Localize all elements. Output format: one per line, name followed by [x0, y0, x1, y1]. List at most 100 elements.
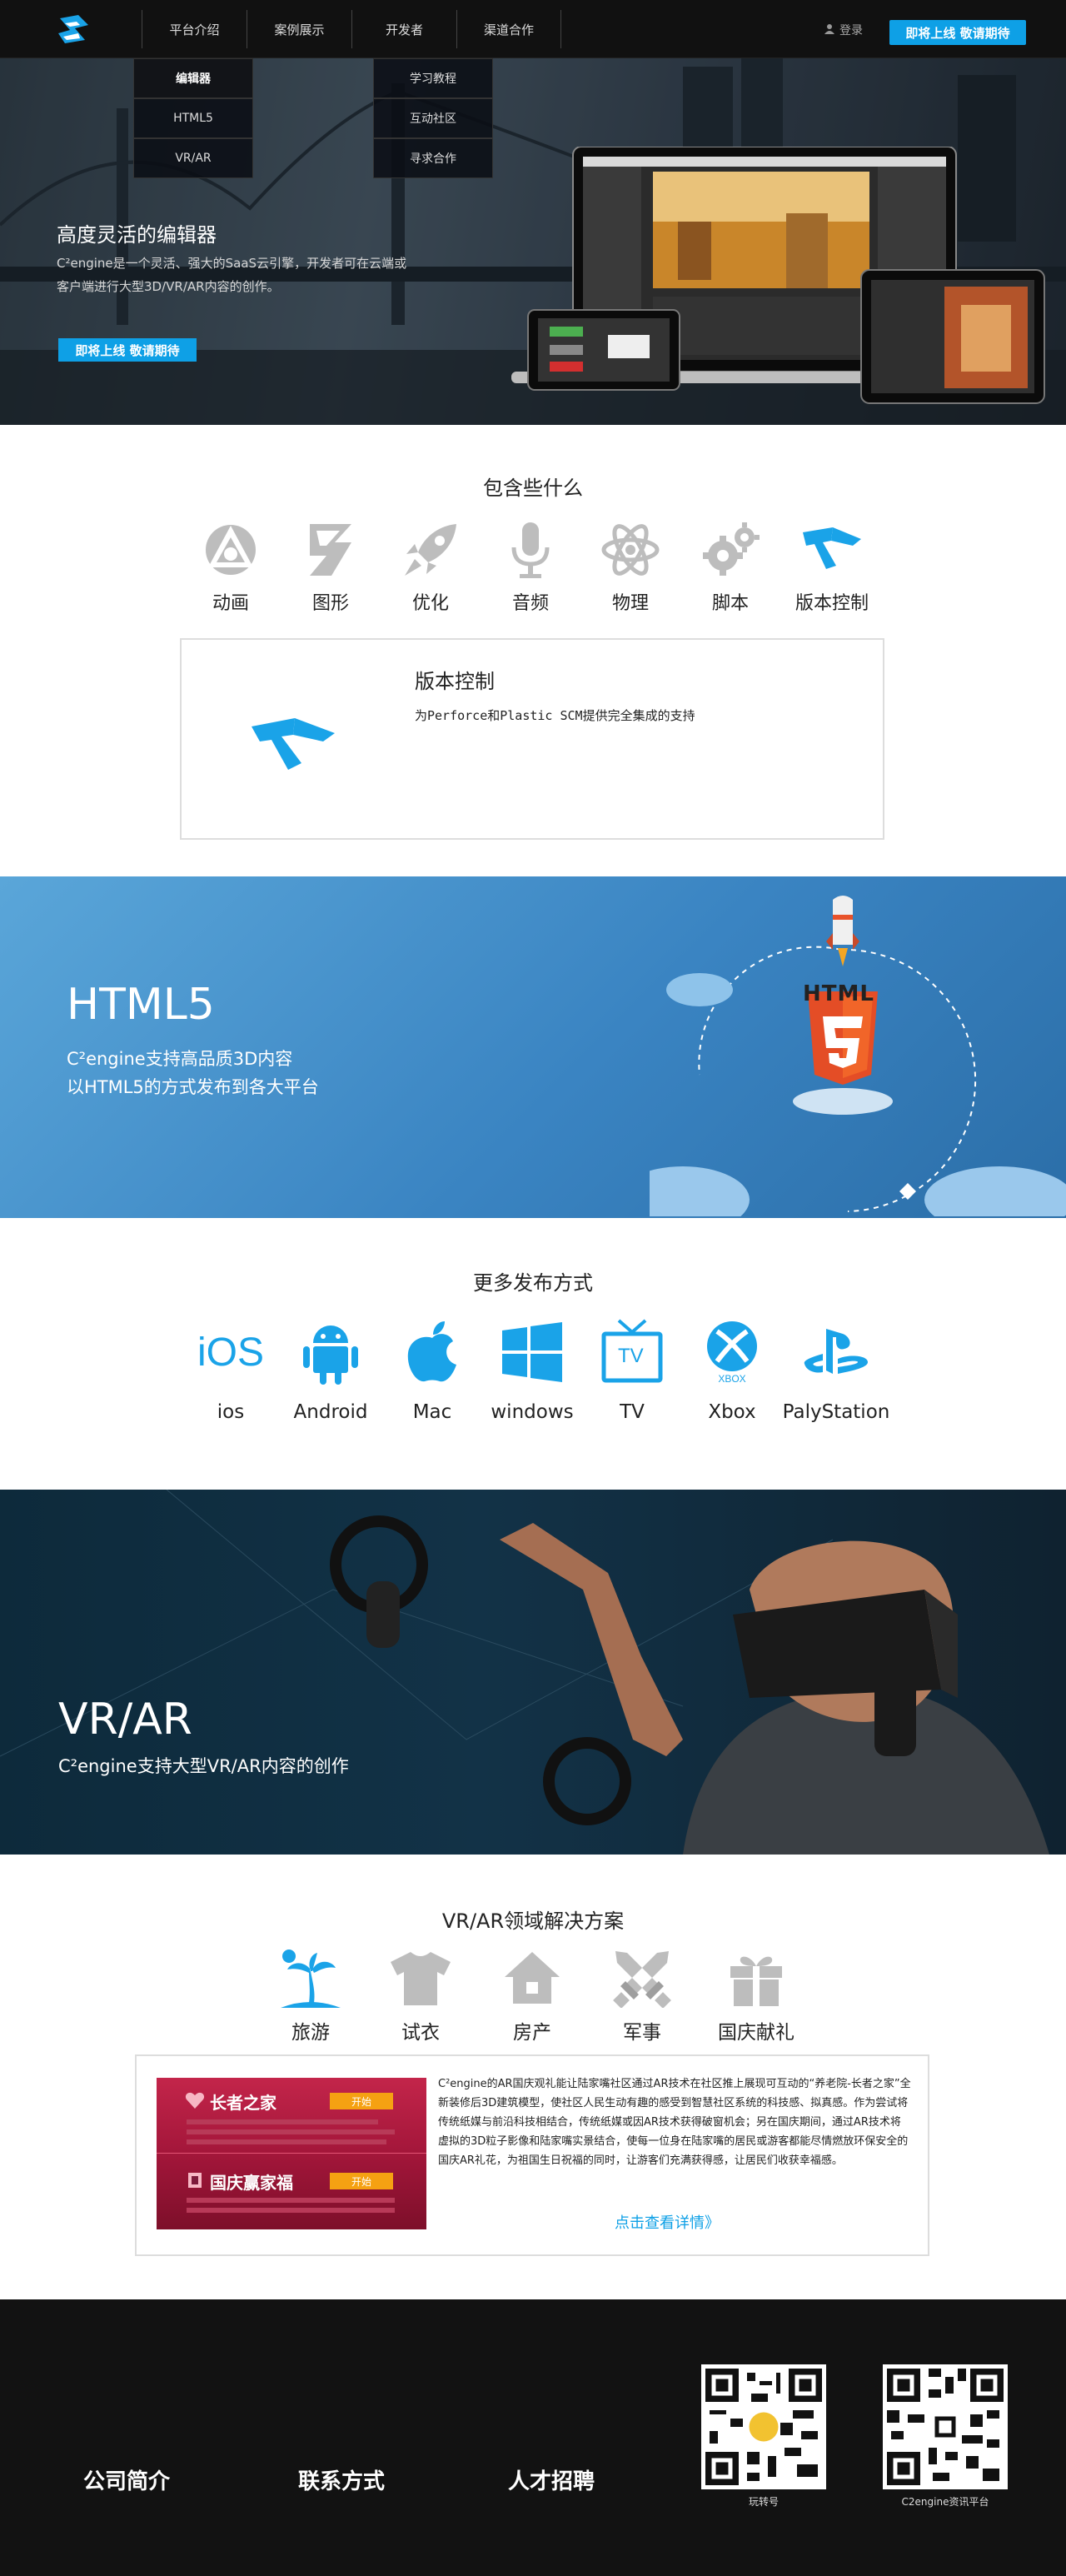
- ad-title-national-day: 国庆赢家福: [210, 2173, 293, 2193]
- submenu-cooperation[interactable]: 寻求合作: [373, 138, 493, 178]
- solution-description: C²engine的AR国庆观礼能让陆家嘴社区通过AR技术在社区推上展现可互动的“…: [438, 2078, 911, 2167]
- platform-android[interactable]: Android: [276, 1315, 385, 1423]
- feature-label: 优化: [411, 593, 449, 614]
- platform-mac[interactable]: Mac: [378, 1315, 486, 1423]
- solution-military[interactable]: 军事: [596, 1944, 688, 2044]
- platform-label: PalyStation: [782, 1401, 890, 1423]
- features-title: 包含些什么: [483, 477, 583, 500]
- html5-title: HTML5: [67, 980, 215, 1030]
- html5-description: C²engine支持高品质3D内容 以HTML5的方式发布到各大平台: [67, 1045, 319, 1101]
- feature-audio[interactable]: 音频: [485, 517, 576, 615]
- feature-script[interactable]: 脚本: [685, 517, 776, 615]
- version-control-icon: [252, 711, 338, 778]
- feature-detail-description: 为Perforce和Plastic SCM提供完全集成的支持: [415, 708, 695, 723]
- qr-caption-1: 玩转号: [748, 2496, 779, 2508]
- ad-divider: [157, 2153, 426, 2154]
- nav-developer[interactable]: 开发者: [351, 10, 456, 48]
- html5-line-1: C²engine支持高品质3D内容: [67, 1049, 293, 1069]
- login-label: 登录: [839, 24, 863, 37]
- feature-label: 物理: [611, 593, 649, 614]
- platform-label: Xbox: [708, 1401, 756, 1423]
- hero-description: C²engine是一个灵活、强大的SaaS云引擎，开发者可在云端或客户端进行大型…: [57, 256, 407, 294]
- xbox-icon: XBOX: [678, 1315, 786, 1390]
- platform-label: ios: [217, 1401, 245, 1423]
- hero-title: 高度灵活的编辑器: [57, 223, 217, 247]
- shield-icon: [187, 2171, 203, 2193]
- vr-title: VR/AR: [58, 1695, 192, 1745]
- platform-ios[interactable]: iOS ios: [177, 1315, 285, 1424]
- nav-platform-intro[interactable]: 平台介绍: [142, 10, 247, 48]
- platform-label: windows: [491, 1401, 574, 1423]
- solution-label: 军事: [623, 2022, 661, 2044]
- platform-xbox[interactable]: XBOX Xbox: [678, 1315, 786, 1423]
- tv-icon: TV: [578, 1315, 686, 1390]
- feature-physics[interactable]: 物理: [585, 517, 676, 615]
- footer-contact[interactable]: 联系方式: [298, 2464, 385, 2495]
- platforms-title: 更多发布方式: [473, 1271, 593, 1295]
- ad-start-button-2[interactable]: 开始: [330, 2173, 393, 2189]
- hero-coming-soon-button[interactable]: 即将上线 敬请期待: [58, 338, 197, 362]
- platform-playstation[interactable]: PalyStation: [778, 1315, 894, 1423]
- solution-label: 试衣: [401, 2022, 440, 2044]
- solution-fitting[interactable]: 试衣: [375, 1944, 466, 2044]
- html5-line-2: 以HTML5的方式发布到各大平台: [67, 1077, 319, 1097]
- feature-label: 动画: [212, 593, 249, 614]
- logo[interactable]: [55, 12, 93, 47]
- ad-faint-text-2: [187, 2194, 420, 2213]
- feature-label: 图形: [311, 593, 349, 614]
- nav-channel-cooperation[interactable]: 渠道合作: [456, 10, 561, 48]
- atom-icon: [585, 517, 676, 583]
- gears-icon: [685, 517, 776, 583]
- feature-detail-panel: 版本控制 为Perforce和Plastic SCM提供完全集成的支持: [180, 638, 884, 840]
- ar-campaign-ad[interactable]: 长者之家 开始 国庆赢家福 开始: [157, 2078, 426, 2229]
- footer-careers[interactable]: 人才招聘: [508, 2464, 595, 2495]
- solution-detail-panel: 长者之家 开始 国庆赢家福 开始 C²engine的AR国庆观礼能让陆家嘴社区通…: [135, 2054, 929, 2256]
- solution-real-estate[interactable]: 房产: [486, 1944, 578, 2044]
- coming-soon-button[interactable]: 即将上线 敬请期待: [889, 20, 1026, 45]
- feature-animation[interactable]: 动画: [185, 517, 276, 615]
- swords-icon: [596, 1944, 688, 2011]
- tshirt-icon: [375, 1944, 466, 2011]
- gift-icon: [706, 1944, 806, 2011]
- android-icon: [276, 1315, 385, 1390]
- submenu-editor[interactable]: 编辑器: [133, 58, 253, 98]
- login-link[interactable]: 登录: [824, 22, 863, 38]
- user-icon: [824, 23, 834, 37]
- platform-tv[interactable]: TV TV: [578, 1315, 686, 1423]
- feature-label: 音频: [511, 593, 549, 614]
- microphone-icon: [485, 517, 576, 583]
- platform-windows[interactable]: windows: [478, 1315, 586, 1423]
- vr-man-illustration: [0, 1490, 1049, 1855]
- submenu-tutorials[interactable]: 学习教程: [373, 58, 493, 98]
- solution-national-day[interactable]: 国庆献礼: [706, 1944, 806, 2044]
- animation-icon: [185, 517, 276, 583]
- ios-icon: iOS: [197, 1330, 264, 1375]
- solution-tourism[interactable]: 旅游: [265, 1944, 356, 2044]
- submenu-html5[interactable]: HTML5: [133, 98, 253, 138]
- submenu-vr-ar[interactable]: VR/AR: [133, 138, 253, 178]
- rocket-icon: [385, 517, 476, 583]
- version-control-icon: [786, 517, 878, 583]
- feature-version-control[interactable]: 版本控制: [786, 517, 878, 615]
- feature-detail-title: 版本控制: [415, 670, 495, 693]
- qr-code-2: [883, 2364, 1008, 2489]
- solution-label: 国庆献礼: [718, 2022, 795, 2044]
- nav-case-showcase[interactable]: 案例展示: [247, 10, 351, 48]
- platform-label: Android: [293, 1401, 368, 1423]
- view-details-link[interactable]: 点击查看详情》: [615, 2211, 720, 2233]
- solution-label: 旅游: [291, 2022, 330, 2044]
- windows-icon: [478, 1315, 586, 1390]
- vr-banner: [0, 1490, 1066, 1855]
- ad-start-button-1[interactable]: 开始: [330, 2093, 393, 2109]
- feature-label: 版本控制: [795, 593, 869, 614]
- solution-label: 房产: [513, 2022, 551, 2044]
- platform-label: Mac: [412, 1401, 452, 1423]
- submenu-community[interactable]: 互动社区: [373, 98, 493, 138]
- platform-label: TV: [620, 1401, 645, 1423]
- apple-icon: [378, 1315, 486, 1390]
- footer-company-profile[interactable]: 公司简介: [83, 2464, 170, 2495]
- feature-graphics[interactable]: 图形: [285, 517, 376, 615]
- feature-optimization[interactable]: 优化: [385, 517, 476, 615]
- qr-caption-2: C2engine资讯平台: [901, 2496, 989, 2508]
- playstation-icon: [778, 1315, 894, 1390]
